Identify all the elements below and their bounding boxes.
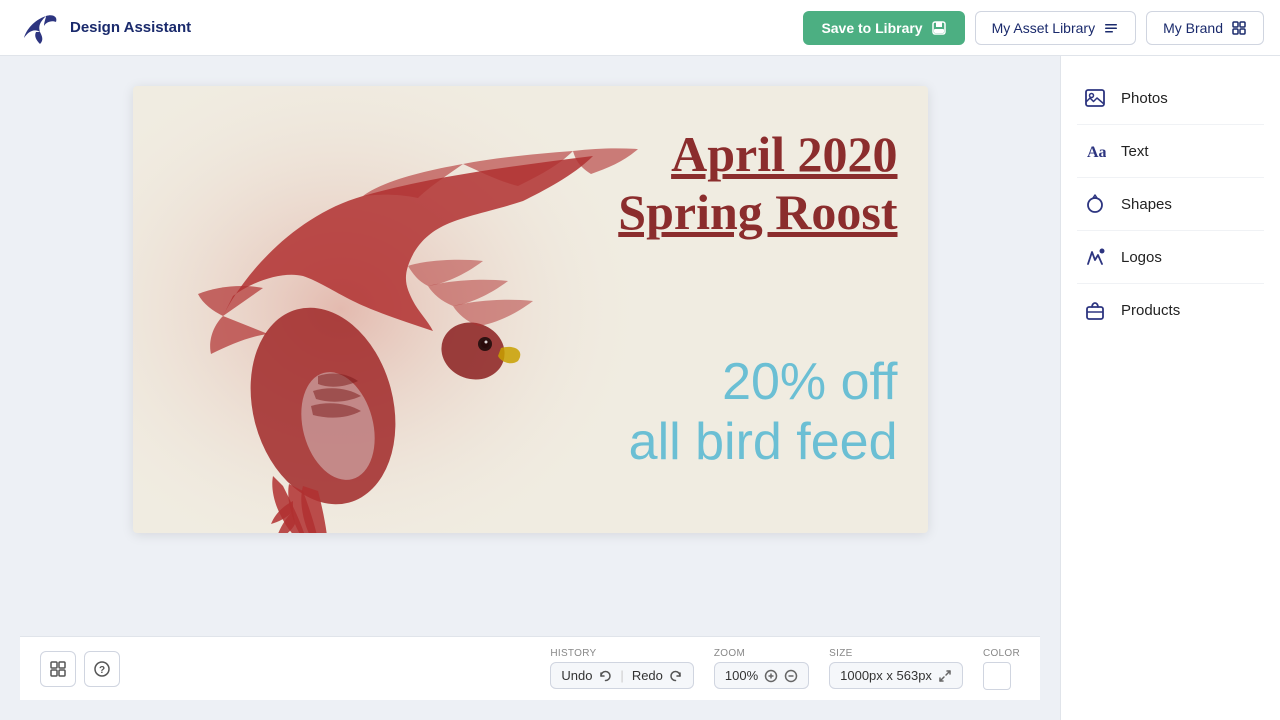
save-icon <box>931 20 947 36</box>
panel-item-shapes[interactable]: Shapes <box>1061 178 1280 230</box>
photos-icon <box>1083 86 1107 110</box>
color-group: Color <box>983 648 1020 690</box>
photos-label: Photos <box>1121 90 1168 107</box>
history-label: History <box>550 648 596 659</box>
canvas-title-line2: Spring Roost <box>618 184 897 242</box>
zoom-in-icon[interactable] <box>764 669 778 683</box>
save-to-library-button[interactable]: Save to Library <box>803 11 964 45</box>
panel-item-text[interactable]: Aa Text <box>1061 125 1280 177</box>
size-label: Size <box>829 648 852 659</box>
shapes-label: Shapes <box>1121 196 1172 213</box>
size-group: Size 1000px x 563px <box>829 648 963 689</box>
logos-icon <box>1083 245 1107 269</box>
main-content: April 2020 Spring Roost 20% off all bird… <box>0 56 1280 720</box>
help-icon: ? <box>94 661 110 677</box>
canvas-title: April 2020 Spring Roost <box>618 126 897 241</box>
logo-icon <box>16 10 60 46</box>
canvas-title-line1: April 2020 <box>618 126 897 184</box>
zoom-out-icon[interactable] <box>784 669 798 683</box>
zoom-label: Zoom <box>714 648 745 659</box>
asset-library-label: My Asset Library <box>992 20 1095 36</box>
toolbar-left: ? <box>40 651 120 687</box>
save-label: Save to Library <box>821 20 922 36</box>
zoom-group: Zoom 100% <box>714 648 809 689</box>
shapes-icon <box>1083 192 1107 216</box>
products-icon <box>1083 298 1107 322</box>
history-control: Undo | Redo <box>550 662 694 689</box>
products-label: Products <box>1121 302 1180 319</box>
logos-label: Logos <box>1121 249 1162 266</box>
history-group: History Undo | Redo <box>550 648 694 689</box>
svg-text:?: ? <box>99 665 105 676</box>
help-button[interactable]: ? <box>84 651 120 687</box>
design-canvas[interactable]: April 2020 Spring Roost 20% off all bird… <box>133 86 928 533</box>
logo-area: Design Assistant <box>16 10 791 46</box>
text-label: Text <box>1121 143 1149 160</box>
app-header: Design Assistant Save to Library My Asse… <box>0 0 1280 56</box>
canvas-promo-area: 20% off all bird feed <box>629 353 898 473</box>
header-actions: Save to Library My Asset Library My Bran… <box>803 11 1264 45</box>
size-value: 1000px x 563px <box>840 668 932 683</box>
menu-icon <box>1103 20 1119 36</box>
grid-icon <box>50 661 66 677</box>
color-swatch[interactable] <box>983 662 1011 690</box>
text-icon: Aa <box>1083 139 1107 163</box>
panel-item-products[interactable]: Products <box>1061 284 1280 336</box>
brand-icon <box>1231 20 1247 36</box>
asset-library-button[interactable]: My Asset Library <box>975 11 1136 45</box>
bottom-toolbar: ? History Undo | Redo <box>20 636 1040 700</box>
canvas-promo-line1: 20% off <box>629 353 898 413</box>
svg-text:Aa: Aa <box>1087 144 1106 161</box>
canvas-promo-line2: all bird feed <box>629 413 898 473</box>
color-label: Color <box>983 648 1020 659</box>
brand-button[interactable]: My Brand <box>1146 11 1264 45</box>
zoom-control: 100% <box>714 662 809 689</box>
panel-item-photos[interactable]: Photos <box>1061 72 1280 124</box>
canvas-area: April 2020 Spring Roost 20% off all bird… <box>0 56 1060 720</box>
redo-icon <box>669 669 683 683</box>
redo-button[interactable]: Redo <box>632 668 663 683</box>
canvas-title-area: April 2020 Spring Roost <box>618 126 897 241</box>
size-control: 1000px x 563px <box>829 662 963 689</box>
right-panel: Photos Aa Text Shapes <box>1060 56 1280 720</box>
app-title: Design Assistant <box>70 19 191 36</box>
zoom-value: 100% <box>725 668 758 683</box>
undo-button[interactable]: Undo <box>561 668 592 683</box>
brand-label: My Brand <box>1163 20 1223 36</box>
panel-item-logos[interactable]: Logos <box>1061 231 1280 283</box>
undo-icon <box>598 669 612 683</box>
bird-illustration <box>133 86 653 533</box>
grid-view-button[interactable] <box>40 651 76 687</box>
resize-icon[interactable] <box>938 669 952 683</box>
